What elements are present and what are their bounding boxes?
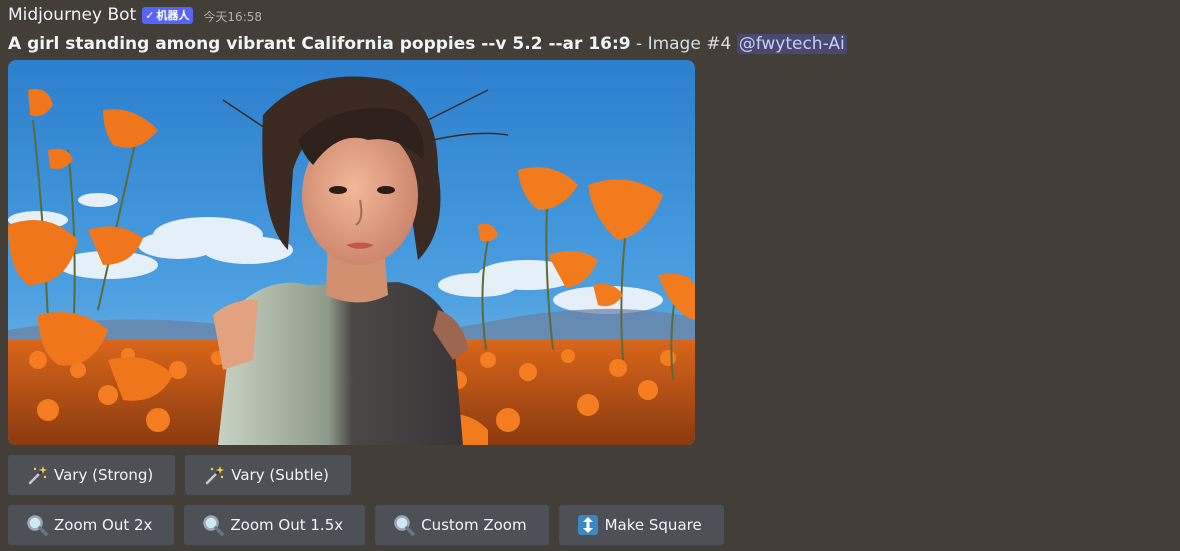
custom-zoom-button[interactable]: Custom Zoom [375,505,549,545]
magic-wand-icon [203,464,225,486]
zoom-out-1-5x-button[interactable]: Zoom Out 1.5x [184,505,366,545]
message-header: Midjourney Bot ✓ 机器人 今天16:58 [8,4,1172,26]
vary-strong-button[interactable]: Vary (Strong) [8,455,176,495]
generated-image[interactable] [8,60,695,445]
prompt-text: A girl standing among vibrant California… [8,34,631,54]
magic-wand-icon [26,464,48,486]
message: Midjourney Bot ✓ 机器人 今天16:58 A girl stan… [0,0,1180,545]
custom-zoom-label: Custom Zoom [421,516,527,534]
make-square-label: Make Square [604,516,702,534]
user-mention[interactable]: @fwytech-Ai [736,34,847,54]
vary-subtle-label: Vary (Subtle) [231,466,329,484]
zoom-out-2x-button[interactable]: Zoom Out 2x [8,505,175,545]
zoom-out-2x-label: Zoom Out 2x [54,516,153,534]
image-number-text: - Image #4 [630,34,737,54]
button-row-variations: Vary (Strong) Vary (Subtle) [8,455,1172,495]
verified-check-icon: ✓ [145,8,155,22]
make-square-button[interactable]: Make Square [558,505,724,545]
magnifier-icon [26,514,48,536]
zoom-out-1-5x-label: Zoom Out 1.5x [230,516,344,534]
bot-tag-label: 机器人 [156,9,190,22]
magnifier-icon [393,514,415,536]
bot-tag: ✓ 机器人 [142,6,194,24]
username[interactable]: Midjourney Bot [8,5,136,25]
timestamp: 今天16:58 [203,9,263,24]
vary-subtle-button[interactable]: Vary (Subtle) [185,455,351,495]
magnifier-icon [202,514,225,536]
message-content: A girl standing among vibrant California… [8,32,1172,56]
up-down-arrow-icon [577,514,599,536]
button-row-zoom: Zoom Out 2x Zoom Out 1.5x Custom Zoom Ma… [8,505,1172,545]
poppy-girl-illustration [8,60,695,445]
vary-strong-label: Vary (Strong) [54,466,154,484]
